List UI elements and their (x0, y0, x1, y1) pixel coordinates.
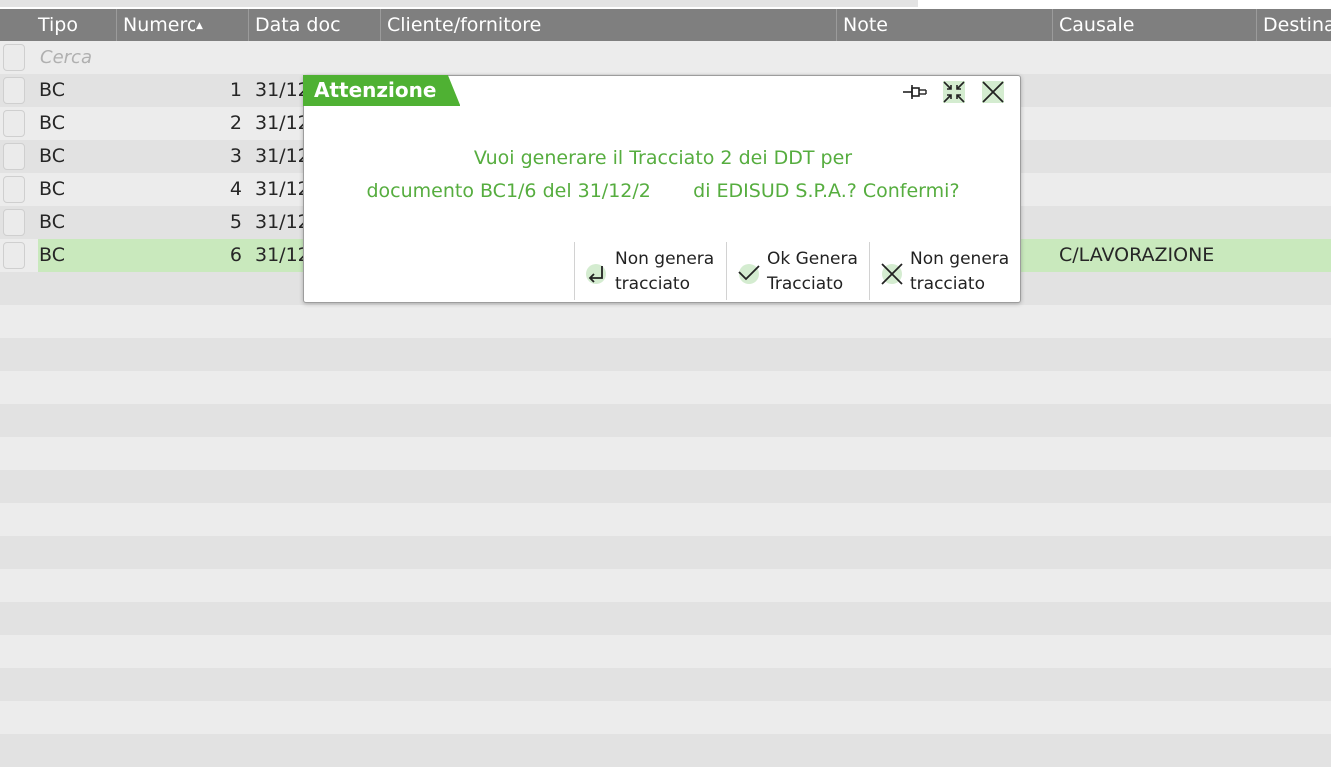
column-label: Cliente/fornitore (387, 14, 542, 36)
empty-row (0, 569, 1331, 602)
cell-tipo: BC (39, 178, 65, 200)
column-header-note[interactable]: Note (837, 9, 1053, 41)
dialog-toolbar (894, 80, 1006, 104)
column-header-numero[interactable]: Numero▲ (117, 9, 249, 41)
cell-numero: 1 (229, 79, 242, 101)
empty-row (0, 635, 1331, 668)
column-label: Note (843, 14, 888, 36)
empty-row (0, 536, 1331, 569)
cell-data-doc: 31/12 (255, 112, 310, 134)
dialog-title: Attenzione (303, 75, 461, 106)
button-label: Non genera tracciato (910, 249, 1010, 294)
column-header-data-doc[interactable]: Data doc (249, 9, 381, 41)
row-selector[interactable] (3, 143, 25, 170)
restore-icon[interactable] (941, 80, 967, 104)
cell-data-doc: 31/12 (255, 145, 310, 167)
column-label: Destina (1263, 14, 1331, 36)
row-selector[interactable] (3, 110, 25, 137)
confirmation-dialog: Attenzione Vuoi generare il Tracciato 2 … (303, 75, 1021, 303)
cell-tipo: BC (39, 145, 65, 167)
cell-data-doc: 31/12 (255, 244, 310, 266)
empty-row (0, 437, 1331, 470)
column-header-causale[interactable]: Causale (1053, 9, 1257, 41)
sort-ascending-icon: ▲ (196, 20, 203, 31)
cell-numero: 5 (229, 211, 242, 233)
grid-header: Tipo Numero▲ Data doc Cliente/fornitore … (0, 9, 1331, 41)
message-line: documento BC1/6 del 31/12/2 di EDISUD S.… (366, 180, 960, 202)
cell-tipo: BC (39, 79, 65, 101)
cell-causale: C/LAVORAZIONE (1059, 244, 1215, 266)
row-selector[interactable] (3, 209, 25, 236)
cell-tipo: BC (39, 244, 65, 266)
button-label: Non genera tracciato (615, 249, 715, 294)
message-line: Vuoi generare il Tracciato 2 dei DDT per (473, 147, 853, 169)
button-label: Ok Genera Tracciato (767, 249, 858, 294)
empty-row (0, 734, 1331, 767)
search-row (0, 41, 1331, 74)
row-selector[interactable] (3, 44, 25, 71)
empty-row (0, 503, 1331, 536)
top-strip-segment (0, 0, 918, 7)
column-header-tipo[interactable]: Tipo (32, 9, 117, 41)
cell-data-doc: 31/12 (255, 79, 310, 101)
column-label: Data doc (255, 14, 341, 36)
cell-numero: 2 (229, 112, 242, 134)
no-generate-cancel-button[interactable]: Non genera tracciato (869, 242, 1019, 300)
cell-numero: 4 (229, 178, 242, 200)
pin-icon[interactable] (902, 80, 928, 104)
empty-row (0, 371, 1331, 404)
empty-row (0, 470, 1331, 503)
top-strip (0, 0, 1331, 9)
empty-row (0, 701, 1331, 734)
check-icon (737, 262, 761, 286)
cell-data-doc: 31/12 (255, 178, 310, 200)
empty-row (0, 305, 1331, 338)
empty-row (0, 338, 1331, 371)
close-icon (880, 262, 904, 286)
empty-row (0, 602, 1331, 635)
row-selector[interactable] (3, 242, 25, 269)
column-header-cliente-fornitore[interactable]: Cliente/fornitore (381, 9, 837, 41)
row-selector[interactable] (3, 176, 25, 203)
cell-data-doc: 31/12 (255, 211, 310, 233)
column-header-destinazione[interactable]: Destina (1257, 9, 1331, 41)
cell-tipo: BC (39, 112, 65, 134)
ok-generate-button[interactable]: Ok Genera Tracciato (726, 242, 869, 300)
empty-row (0, 668, 1331, 701)
cell-numero: 6 (229, 244, 242, 266)
search-input[interactable] (38, 41, 1328, 74)
cell-tipo: BC (39, 211, 65, 233)
return-icon (585, 262, 609, 286)
row-selector[interactable] (3, 77, 25, 104)
column-label: Numero (123, 14, 195, 36)
empty-row (0, 404, 1331, 437)
dialog-message: Vuoi generare il Tracciato 2 dei DDT per… (304, 142, 1022, 208)
cell-numero: 3 (229, 145, 242, 167)
no-generate-return-button[interactable]: Non genera tracciato (574, 242, 726, 300)
column-label: Tipo (38, 14, 78, 36)
close-window-icon[interactable] (980, 80, 1006, 104)
column-label: Causale (1059, 14, 1135, 36)
